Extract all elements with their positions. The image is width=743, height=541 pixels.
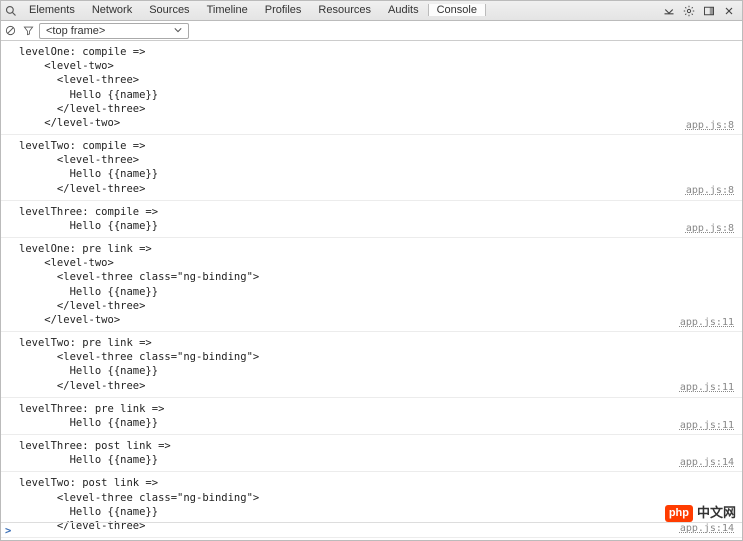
dock-side-icon[interactable] xyxy=(702,4,716,18)
tabbar-right-controls xyxy=(662,4,742,18)
source-link[interactable]: app.js:8 xyxy=(686,184,734,198)
console-log-entry: levelThree: compile => Hello {{name}}app… xyxy=(1,201,742,238)
tab-console[interactable]: Console xyxy=(428,4,486,16)
frame-selector[interactable]: <top frame> xyxy=(39,23,189,39)
console-log-entry: levelTwo: compile => <level-three> Hello… xyxy=(1,135,742,201)
devtools-panel: ElementsNetworkSourcesTimelineProfilesRe… xyxy=(0,0,743,541)
filter-icon[interactable] xyxy=(19,25,37,36)
source-link[interactable]: app.js:8 xyxy=(686,119,734,133)
source-link[interactable]: app.js:11 xyxy=(680,316,734,330)
console-log-entry: levelThree: pre link => Hello {{name}}ap… xyxy=(1,398,742,435)
console-log-entry: levelOne: compile => <level-two> <level-… xyxy=(1,41,742,135)
console-filterbar: <top frame> xyxy=(1,21,742,41)
console-log-message: levelTwo: pre link => <level-three class… xyxy=(19,336,736,393)
watermark-badge: php xyxy=(665,505,693,522)
show-drawer-icon[interactable] xyxy=(662,4,676,18)
watermark-text: 中文网 xyxy=(697,504,736,522)
console-log-entry: levelTwo: pre link => <level-three class… xyxy=(1,332,742,398)
dropdown-caret-icon xyxy=(174,25,182,37)
console-log-entry: levelOne: pre link => <level-two> <level… xyxy=(1,238,742,332)
console-log-message: levelThree: pre link => Hello {{name}} xyxy=(19,402,736,430)
console-scroll[interactable]: levelOne: compile => <level-two> <level-… xyxy=(1,41,742,540)
console-body: levelOne: compile => <level-two> <level-… xyxy=(1,41,742,540)
tabs-host: ElementsNetworkSourcesTimelineProfilesRe… xyxy=(21,1,486,20)
console-log-message: levelOne: compile => <level-two> <level-… xyxy=(19,45,736,130)
prompt-caret-icon: > xyxy=(1,524,11,538)
console-prompt-line[interactable]: > xyxy=(1,522,742,540)
console-logs-host: levelOne: compile => <level-two> <level-… xyxy=(1,41,742,540)
console-log-message: levelThree: post link => Hello {{name}} xyxy=(19,439,736,467)
close-devtools-icon[interactable] xyxy=(722,4,736,18)
source-link[interactable]: app.js:14 xyxy=(680,456,734,470)
console-log-message: levelOne: pre link => <level-two> <level… xyxy=(19,242,736,327)
tab-audits[interactable]: Audits xyxy=(380,4,428,16)
tab-network[interactable]: Network xyxy=(84,4,141,16)
tab-sources[interactable]: Sources xyxy=(141,4,198,16)
source-link[interactable]: app.js:11 xyxy=(680,381,734,395)
source-link[interactable]: app.js:8 xyxy=(686,222,734,236)
console-log-message: levelTwo: compile => <level-three> Hello… xyxy=(19,139,736,196)
source-link[interactable]: app.js:11 xyxy=(680,419,734,433)
console-log-entry: levelThree: post link => Hello {{name}}a… xyxy=(1,435,742,472)
tab-elements[interactable]: Elements xyxy=(21,4,84,16)
tab-profiles[interactable]: Profiles xyxy=(257,4,311,16)
tab-resources[interactable]: Resources xyxy=(310,4,380,16)
tab-timeline[interactable]: Timeline xyxy=(199,4,257,16)
console-log-message: levelThree: compile => Hello {{name}} xyxy=(19,205,736,233)
frame-selector-label: <top frame> xyxy=(46,25,105,37)
settings-gear-icon[interactable] xyxy=(682,4,696,18)
clear-console-icon[interactable] xyxy=(1,25,19,36)
search-icon[interactable] xyxy=(1,5,21,17)
devtools-tabbar: ElementsNetworkSourcesTimelineProfilesRe… xyxy=(1,1,742,21)
watermark-logo: php 中文网 xyxy=(665,504,736,522)
